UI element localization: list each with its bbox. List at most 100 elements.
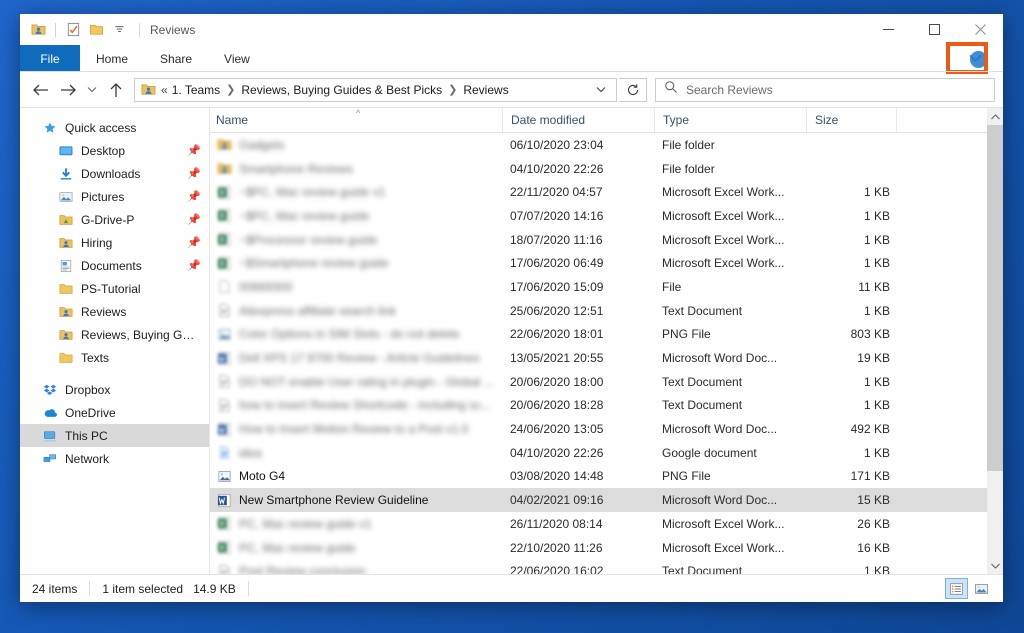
back-button[interactable] (26, 75, 54, 105)
file-name-label: Smartphone Reviews (239, 161, 354, 176)
sidebar-item-documents[interactable]: Documents 📌 (20, 254, 209, 277)
text-file-icon (216, 374, 232, 390)
table-row[interactable]: ~$PC, Mac review guide v1 22/11/2020 04:5… (210, 180, 1003, 204)
folder-shared-icon (58, 304, 74, 320)
cell-date: 07/07/2020 14:16 (510, 208, 604, 223)
close-button[interactable] (957, 14, 1003, 45)
pin-icon[interactable]: 📌 (187, 167, 201, 180)
column-header-label: Size (815, 113, 839, 127)
properties-icon[interactable] (63, 20, 83, 40)
scrollbar-thumb[interactable] (987, 125, 1003, 471)
recent-locations-button[interactable] (82, 75, 102, 105)
file-rows[interactable]: Gadgets 06/10/2020 23:04 File folder Smartp… (210, 133, 1003, 574)
table-row[interactable]: ~$Smartphone review guide 17/06/2020 06:4… (210, 251, 1003, 275)
breadcrumb-overflow[interactable]: « (161, 83, 168, 97)
table-row[interactable]: New Smartphone Review Guideline 04/02/202… (210, 488, 1003, 512)
large-icons-view-button[interactable] (970, 578, 993, 599)
chevron-right-icon[interactable]: ❯ (448, 83, 457, 96)
table-row[interactable]: PC, Mac review guide v1 26/11/2020 08:14 M… (210, 512, 1003, 536)
table-row[interactable]: ~$PC, Mac review guide 07/07/2020 14:16 Mi… (210, 204, 1003, 228)
breadcrumb-item-teams[interactable]: 1. Teams (172, 83, 220, 97)
cell-size: 19 KB (857, 351, 890, 366)
table-row[interactable]: idea 04/10/2020 22:26 Google document 1 KB (210, 441, 1003, 465)
cell-type: Text Document (662, 564, 743, 574)
tab-file[interactable]: File (20, 45, 80, 72)
breadcrumb-item-reviews-buying-guides[interactable]: Reviews, Buying Guides & Best Picks (241, 83, 442, 97)
tab-home[interactable]: Home (80, 45, 144, 72)
pin-icon[interactable]: 📌 (187, 259, 201, 272)
sidebar-item-texts[interactable]: Texts (20, 346, 209, 369)
vertical-scrollbar[interactable] (987, 108, 1003, 574)
column-header-date-modified[interactable]: Date modified (502, 107, 654, 132)
table-row[interactable]: DO NOT enable User rating in plugin - Gl… (210, 370, 1003, 394)
up-button[interactable] (102, 75, 130, 105)
cell-name: Dell XPS 17 9700 Review - Article Guidel… (210, 346, 502, 370)
refresh-button[interactable] (619, 77, 647, 102)
breadcrumb-item-reviews[interactable]: Reviews (463, 83, 508, 97)
column-header-size[interactable]: Size (806, 107, 896, 132)
table-row[interactable]: Dell XPS 17 9700 Review - Article Guidel… (210, 346, 1003, 370)
table-row[interactable]: How to Insert Motion Review to a Post v1… (210, 417, 1003, 441)
chevron-down-icon[interactable] (590, 79, 612, 101)
folder-person-icon[interactable] (28, 20, 48, 40)
column-header-name[interactable]: ^ Name (210, 107, 502, 132)
column-header-type[interactable]: Type (654, 107, 806, 132)
sidebar-item-downloads[interactable]: Downloads 📌 (20, 162, 209, 185)
scrollbar-track[interactable] (987, 125, 1003, 557)
table-row[interactable]: how to insert Review Shortcode - includi… (210, 394, 1003, 418)
cell-type: Microsoft Excel Work... (662, 232, 785, 247)
forward-button[interactable] (54, 75, 82, 105)
sidebar-item-quick-access[interactable]: Quick access (20, 116, 209, 139)
sidebar-item-pictures[interactable]: Pictures 📌 (20, 185, 209, 208)
sidebar-item-network[interactable]: Network (20, 447, 209, 470)
cell-type: Microsoft Excel Work... (662, 185, 785, 200)
breadcrumb[interactable]: « 1. Teams ❯ Reviews, Buying Guides & Be… (134, 77, 617, 102)
pin-icon[interactable]: 📌 (187, 213, 201, 226)
sidebar-item-hiring[interactable]: Hiring 📌 (20, 231, 209, 254)
sidebar-item-reviews[interactable]: Reviews (20, 300, 209, 323)
search-input[interactable]: Search Reviews (655, 77, 995, 102)
sidebar-item-this-pc[interactable]: This PC (20, 424, 209, 447)
table-row[interactable]: Gadgets 06/10/2020 23:04 File folder (210, 133, 1003, 157)
sidebar-item-label: Reviews (81, 304, 127, 319)
table-row[interactable]: 00669300 17/06/2020 15:09 File 11 KB (210, 275, 1003, 299)
new-folder-icon[interactable] (86, 20, 106, 40)
file-name-label: ~$PC, Mac review guide (239, 208, 370, 223)
customize-qat-icon[interactable] (109, 20, 129, 40)
pin-icon[interactable]: 📌 (187, 190, 201, 203)
sidebar-item-label: Quick access (65, 120, 137, 135)
sidebar-item-dropbox[interactable]: Dropbox (20, 378, 209, 401)
table-row[interactable]: ~$Processor review guide 18/07/2020 11:16… (210, 228, 1003, 252)
sidebar-item-reviews-buying-guides[interactable]: Reviews, Buying Guides (20, 323, 209, 346)
cell-date: 22/06/2020 16:02 (510, 564, 604, 574)
details-view-button[interactable] (945, 578, 968, 599)
chevron-right-icon[interactable]: ❯ (226, 83, 235, 96)
tab-view[interactable]: View (208, 45, 266, 72)
ribbon-divider (20, 71, 1003, 72)
maximize-button[interactable] (911, 14, 957, 45)
table-row[interactable]: Moto G4 03/08/2020 14:48 PNG File 171 KB (210, 465, 1003, 489)
navigation-pane[interactable]: Quick access Desktop 📌 Downloads 📌 Pictu… (20, 108, 210, 574)
pin-icon[interactable]: 📌 (187, 236, 201, 249)
sidebar-item-onedrive[interactable]: OneDrive (20, 401, 209, 424)
sidebar-item-g-drive-p[interactable]: G-Drive-P 📌 (20, 208, 209, 231)
cell-date: 03/08/2020 14:48 (510, 469, 604, 484)
cell-name: PC, Mac review guide v1 (210, 512, 502, 536)
minimize-button[interactable] (865, 14, 911, 45)
pin-icon[interactable]: 📌 (187, 144, 201, 157)
cell-name: ~$PC, Mac review guide (210, 204, 502, 228)
cell-type: Microsoft Excel Work... (662, 516, 785, 531)
table-row[interactable]: Smartphone Reviews 04/10/2020 22:26 File f… (210, 157, 1003, 181)
table-row[interactable]: PC, Mac review guide 22/10/2020 11:26 Micr… (210, 536, 1003, 560)
status-separator (247, 581, 249, 596)
sidebar-item-desktop[interactable]: Desktop 📌 (20, 139, 209, 162)
table-row[interactable]: Aliexpress affiliate search link 25/06/20… (210, 299, 1003, 323)
table-row[interactable]: Color Options in SIM Slots - do not dele… (210, 323, 1003, 347)
table-row[interactable]: Post Review conclusion 22/06/2020 16:02 Te… (210, 559, 1003, 574)
file-name-label: Color Options in SIM Slots - do not dele… (239, 327, 460, 342)
sidebar-item-ps-tutorial[interactable]: PS-Tutorial (20, 277, 209, 300)
scroll-up-icon[interactable] (987, 108, 1003, 125)
scroll-down-icon[interactable] (987, 557, 1003, 574)
tab-share[interactable]: Share (144, 45, 208, 72)
